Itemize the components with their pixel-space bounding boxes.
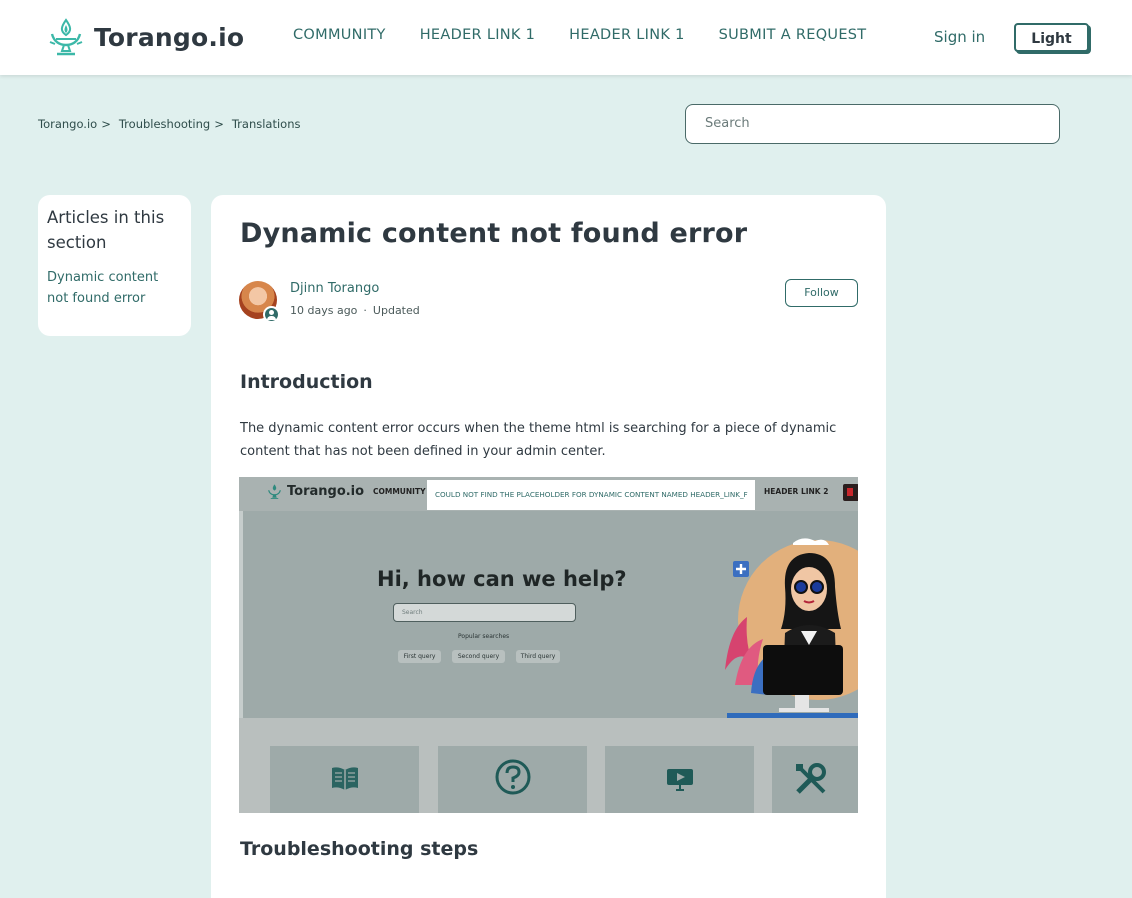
error-screenshot-image: Torango.io COMMUNITY COULD NOT FIND THE … (239, 477, 858, 813)
screenshot-card-3 (605, 746, 754, 813)
updated-label: Updated (372, 304, 420, 317)
nav-community[interactable]: COMMUNITY (293, 27, 386, 43)
screenshot-query-1: First query (398, 650, 441, 663)
posted-time: 10 days ago (290, 304, 358, 317)
section-heading-troubleshooting: Troubleshooting steps (240, 838, 479, 860)
follow-button[interactable]: Follow (785, 279, 858, 307)
screenshot-logo: Torango.io (267, 483, 364, 500)
screenshot-card-4 (772, 746, 858, 813)
breadcrumb: Torango.io > Troubleshooting > Translati… (38, 117, 301, 131)
screenshot-search: Search (393, 603, 576, 622)
breadcrumb-home[interactable]: Torango.io (38, 117, 97, 131)
book-icon (331, 767, 358, 790)
nav-header-link-1-second[interactable]: HEADER LINK 1 (569, 27, 684, 43)
author-name[interactable]: Djinn Torango (290, 281, 379, 296)
section-sidebar: Articles in this section Dynamic content… (38, 195, 191, 336)
meta-dot: · (363, 304, 367, 317)
screenshot-query-3: Third query (516, 650, 560, 663)
nav-submit-request[interactable]: SUBMIT A REQUEST (719, 27, 867, 43)
article-card: Dynamic content not found error Djinn To… (211, 195, 886, 898)
user-badge-icon (263, 306, 280, 323)
screenshot-card-1 (270, 746, 419, 813)
screenshot-hero-title: Hi, how can we help? (377, 567, 627, 591)
screenshot-brand: Torango.io (287, 484, 365, 499)
section-heading-introduction: Introduction (240, 371, 373, 393)
breadcrumb-separator: > (101, 117, 111, 131)
lamp-logo-icon (49, 18, 83, 56)
sidebar-item-dynamic-content[interactable]: Dynamic content not found error (47, 267, 182, 309)
screenshot-card-2 (438, 746, 587, 813)
article-meta: 10 days ago · Updated (290, 304, 420, 317)
screenshot-nav-community: COMMUNITY (373, 487, 426, 496)
search-input[interactable]: Search (685, 104, 1060, 144)
screenshot-query-2: Second query (452, 650, 505, 663)
tools-icon (796, 763, 826, 794)
screenshot-popular-label: Popular searches (458, 633, 510, 640)
question-icon (495, 759, 530, 795)
breadcrumb-separator: > (214, 117, 224, 131)
breadcrumb-troubleshooting[interactable]: Troubleshooting (119, 117, 210, 131)
breadcrumb-translations[interactable]: Translations (232, 117, 301, 131)
woman-at-computer-illustration (725, 538, 858, 718)
site-header: Torango.io COMMUNITY HEADER LINK 1 HEADE… (0, 0, 1132, 75)
intro-paragraph: The dynamic content error occurs when th… (240, 421, 837, 459)
brand-name: Torango.io (94, 22, 245, 52)
sidebar-heading: Articles in this section (47, 208, 165, 252)
flag-icon (843, 484, 858, 501)
brand-logo[interactable]: Torango.io (48, 18, 244, 56)
screenshot-nav-header-link-2: HEADER LINK 2 (764, 487, 829, 496)
sign-in-link[interactable]: Sign in (934, 28, 985, 46)
video-icon (666, 769, 693, 791)
screenshot-error-message: COULD NOT FIND THE PLACEHOLDER FOR DYNAM… (427, 480, 755, 510)
lamp-logo-icon (268, 484, 281, 499)
nav-header-link-1[interactable]: HEADER LINK 1 (420, 27, 535, 43)
main-nav: COMMUNITY HEADER LINK 1 HEADER LINK 1 SU… (293, 27, 866, 43)
theme-toggle-button[interactable]: Light (1014, 23, 1089, 52)
article-title: Dynamic content not found error (240, 218, 748, 249)
